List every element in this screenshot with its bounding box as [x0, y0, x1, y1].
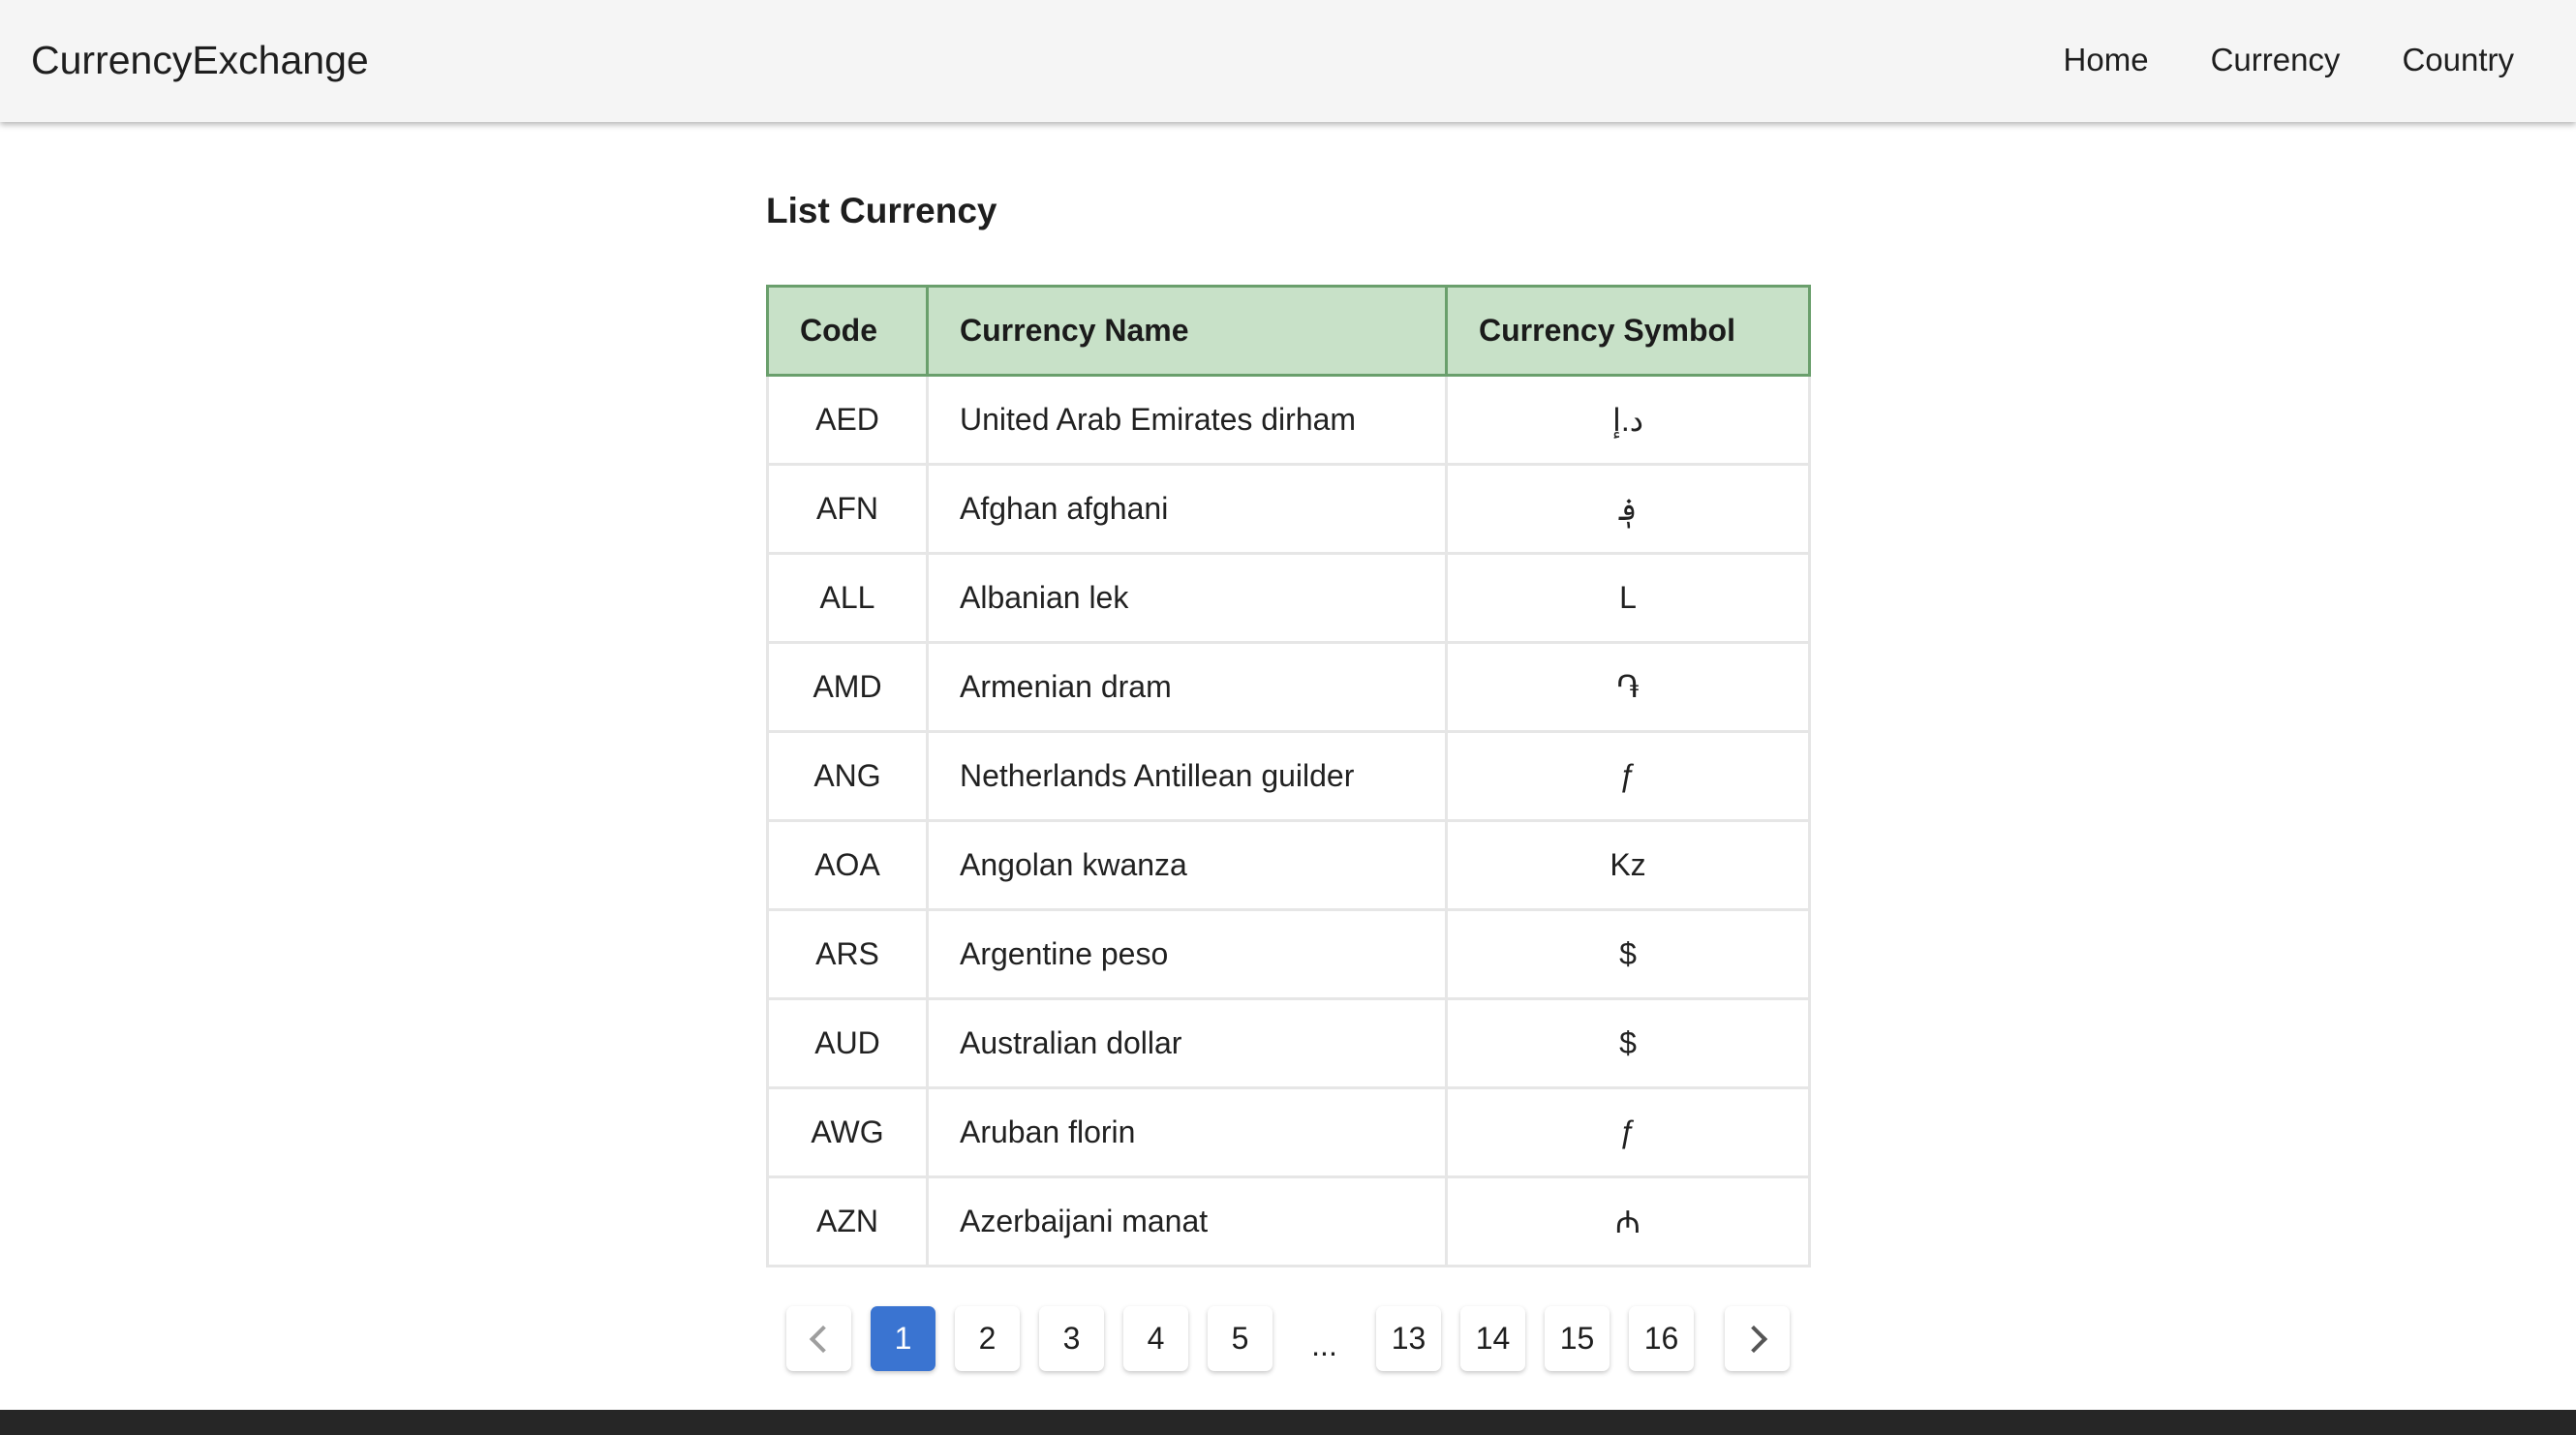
cell-currency-name: Netherlands Antillean guilder — [926, 730, 1448, 822]
cell-code: AFN — [766, 463, 929, 555]
table-row: AED United Arab Emirates dirham د.إ — [766, 374, 1811, 466]
cell-currency-symbol: $ — [1445, 997, 1811, 1089]
nav-links: Home Currency Country — [2064, 39, 2514, 81]
table-row: AZN Azerbaijani manat ₼ — [766, 1175, 1811, 1267]
chevron-right-icon — [1739, 1325, 1767, 1353]
brand-logo[interactable]: CurrencyExchange — [31, 37, 369, 83]
cell-currency-name: Armenian dram — [926, 641, 1448, 733]
currency-table: Code Currency Name Currency Symbol AED Un… — [766, 285, 1811, 1267]
nav-link-home[interactable]: Home — [2064, 39, 2149, 81]
page-button-16[interactable]: 16 — [1629, 1306, 1694, 1371]
cell-currency-name: Albanian lek — [926, 552, 1448, 644]
table-header-row: Code Currency Name Currency Symbol — [766, 285, 1811, 377]
top-navbar: CurrencyExchange Home Currency Country — [0, 0, 2576, 122]
chevron-left-icon — [809, 1325, 837, 1353]
pagination-ellipsis: ... — [1311, 1328, 1337, 1362]
cell-code: AUD — [766, 997, 929, 1089]
cell-code: AWG — [766, 1086, 929, 1178]
page-button-14[interactable]: 14 — [1460, 1306, 1525, 1371]
pagination: 1 2 3 4 5 ... 13 14 15 16 — [786, 1306, 1809, 1371]
table-row: AWG Aruban florin ƒ — [766, 1086, 1811, 1178]
cell-currency-symbol: Kz — [1445, 819, 1811, 911]
table-row: AFN Afghan afghani ؋ — [766, 463, 1811, 555]
table-row: ALL Albanian lek L — [766, 552, 1811, 644]
column-header-code: Code — [766, 285, 929, 377]
cell-code: AOA — [766, 819, 929, 911]
cell-currency-name: Angolan kwanza — [926, 819, 1448, 911]
cell-currency-name: Azerbaijani manat — [926, 1175, 1448, 1267]
page-button-2[interactable]: 2 — [955, 1306, 1020, 1371]
column-header-currency-name: Currency Name — [926, 285, 1448, 377]
nav-link-country[interactable]: Country — [2402, 39, 2514, 81]
table-row: ANG Netherlands Antillean guilder ƒ — [766, 730, 1811, 822]
cell-currency-name: Afghan afghani — [926, 463, 1448, 555]
cell-currency-name: Australian dollar — [926, 997, 1448, 1089]
cell-code: ALL — [766, 552, 929, 644]
prev-page-button[interactable] — [786, 1306, 851, 1371]
page-button-13[interactable]: 13 — [1376, 1306, 1441, 1371]
page-button-3[interactable]: 3 — [1039, 1306, 1104, 1371]
nav-link-currency[interactable]: Currency — [2211, 39, 2341, 81]
cell-currency-name: Aruban florin — [926, 1086, 1448, 1178]
table-row: AUD Australian dollar $ — [766, 997, 1811, 1089]
page-button-15[interactable]: 15 — [1545, 1306, 1610, 1371]
cell-code: AED — [766, 374, 929, 466]
cell-currency-symbol: د.إ — [1445, 374, 1811, 466]
cell-currency-symbol: ƒ — [1445, 730, 1811, 822]
page-button-5[interactable]: 5 — [1208, 1306, 1273, 1371]
cell-currency-symbol: ֏ — [1445, 641, 1811, 733]
cell-currency-symbol: ؋ — [1445, 463, 1811, 555]
cell-code: AMD — [766, 641, 929, 733]
cell-currency-name: United Arab Emirates dirham — [926, 374, 1448, 466]
cell-code: ARS — [766, 908, 929, 1000]
table-row: ARS Argentine peso $ — [766, 908, 1811, 1000]
next-page-button[interactable] — [1725, 1306, 1790, 1371]
cell-currency-symbol: $ — [1445, 908, 1811, 1000]
page-button-1[interactable]: 1 — [871, 1306, 935, 1371]
cell-currency-symbol: L — [1445, 552, 1811, 644]
cell-currency-name: Argentine peso — [926, 908, 1448, 1000]
page-button-4[interactable]: 4 — [1123, 1306, 1188, 1371]
cell-code: ANG — [766, 730, 929, 822]
cell-currency-symbol: ƒ — [1445, 1086, 1811, 1178]
cell-currency-symbol: ₼ — [1445, 1175, 1811, 1267]
cell-code: AZN — [766, 1175, 929, 1267]
bottom-bar — [0, 1410, 2576, 1435]
table-row: AOA Angolan kwanza Kz — [766, 819, 1811, 911]
column-header-currency-symbol: Currency Symbol — [1445, 285, 1811, 377]
table-row: AMD Armenian dram ֏ — [766, 641, 1811, 733]
page-title: List Currency — [766, 191, 997, 230]
